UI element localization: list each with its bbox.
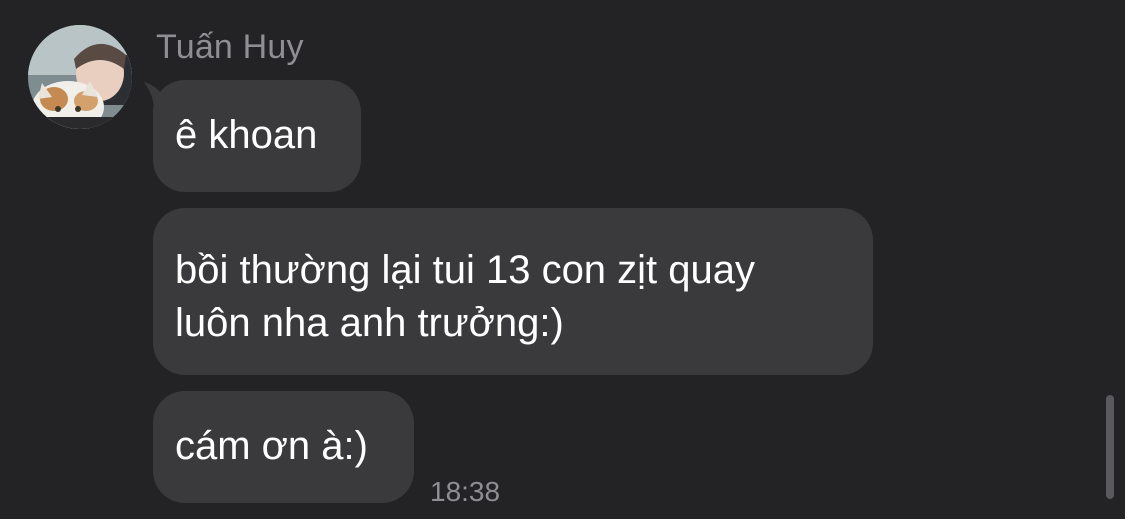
sender-name: Tuấn Huy (156, 28, 304, 66)
chat-view: Tuấn Huy ê khoan bồi thường lại tui 13 c… (0, 0, 1125, 519)
avatar-photo-icon (28, 25, 132, 129)
message-text: ê khoan (175, 113, 318, 157)
message-text: bồi thường lại tui 13 con zịt quay (175, 248, 756, 292)
message-text: luôn nha anh trưởng:) (175, 301, 564, 345)
message-bubble[interactable]: bồi thường lại tui 13 con zịt quay luôn … (153, 208, 873, 375)
avatar[interactable] (28, 25, 132, 129)
scrollbar[interactable] (1106, 395, 1114, 499)
message-text: cám ơn à:) (175, 424, 368, 468)
message-timestamp: 18:38 (430, 476, 501, 507)
message-bubble[interactable]: cám ơn à:) (153, 391, 414, 503)
message-bubble[interactable]: ê khoan (153, 80, 361, 192)
